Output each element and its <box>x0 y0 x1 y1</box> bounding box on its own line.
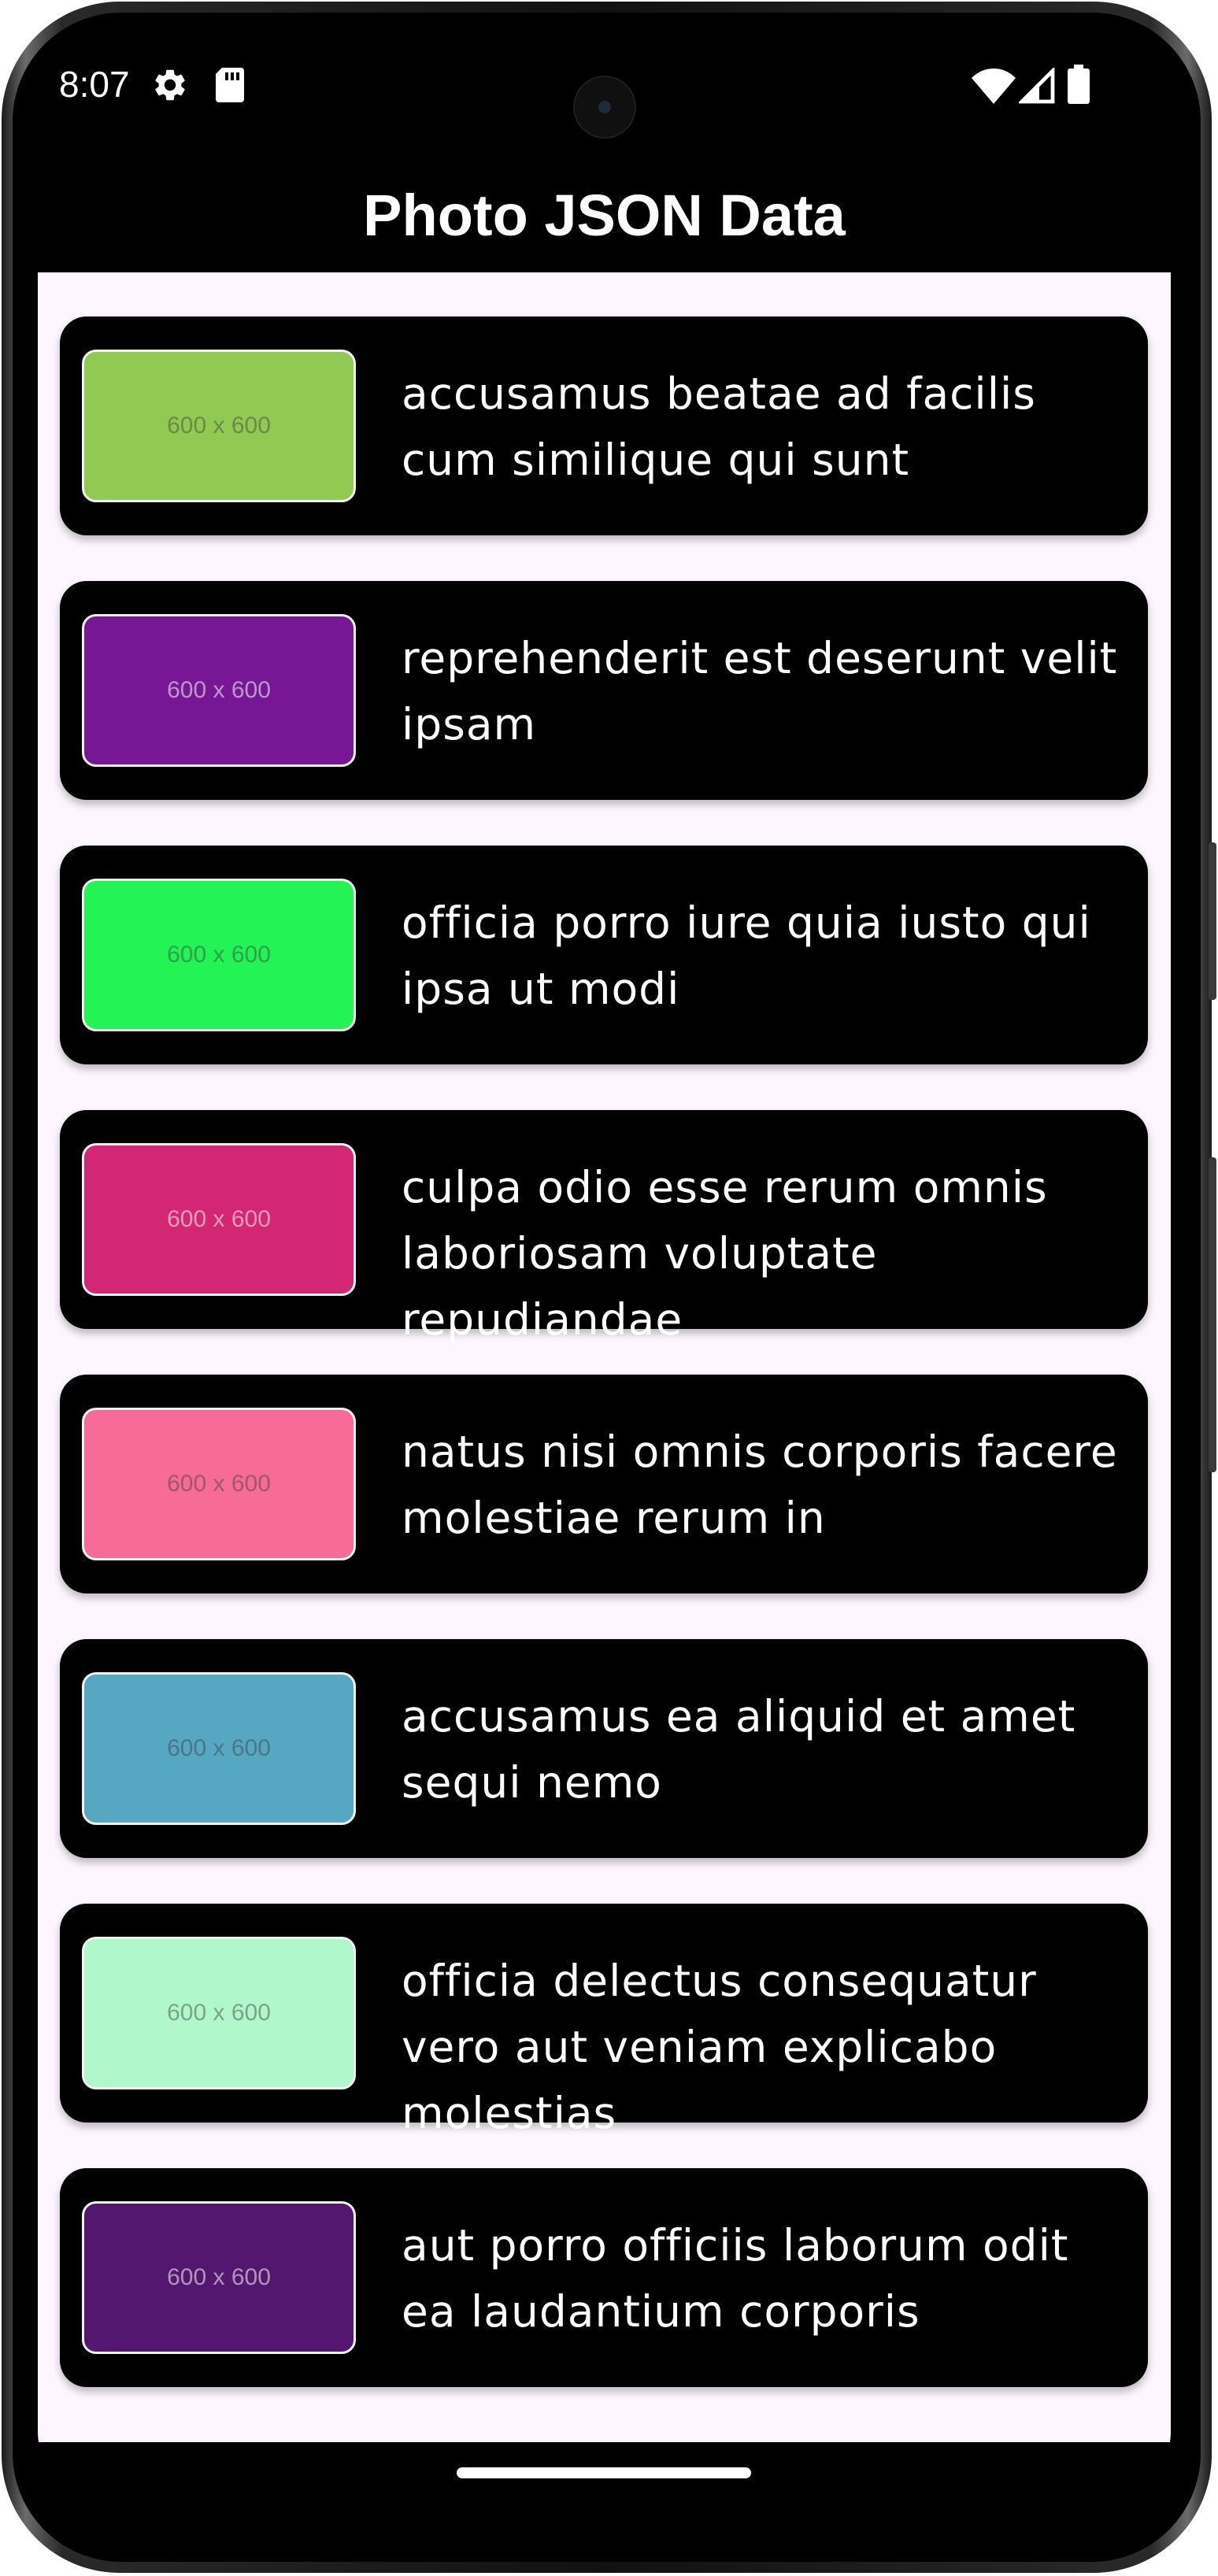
photo-title: culpa odio esse rerum omnis laboriosam v… <box>402 1162 1048 1345</box>
cellular-signal-icon <box>1017 66 1055 108</box>
page-title: Photo JSON Data <box>363 182 846 248</box>
photo-card[interactable]: 600 x 600 reprehenderit est deserunt vel… <box>60 581 1148 800</box>
screen: 8:07 Photo JSON Data 600 x 600 accusamus… <box>38 38 1171 2507</box>
thumbnail-label: 600 x 600 <box>167 413 271 439</box>
thumbnail-label: 600 x 600 <box>167 1471 271 1497</box>
thumbnail-label: 600 x 600 <box>167 1735 271 1761</box>
photo-thumbnail: 600 x 600 <box>82 879 356 1031</box>
photo-title: aut porro officiis laborum odit ea lauda… <box>402 2220 1069 2337</box>
thumbnail-label: 600 x 600 <box>167 2264 271 2290</box>
gear-icon <box>151 66 189 108</box>
photo-title: accusamus beatae ad facilis cum similiqu… <box>402 368 1036 485</box>
photo-thumbnail: 600 x 600 <box>82 1143 356 1296</box>
thumbnail-label: 600 x 600 <box>167 942 271 968</box>
photo-card[interactable]: 600 x 600 accusamus beatae ad facilis cu… <box>60 316 1148 535</box>
photo-title: officia delectus consequatur vero aut ve… <box>402 1956 1037 2138</box>
photo-card[interactable]: 600 x 600 natus nisi omnis corporis face… <box>60 1375 1148 1593</box>
sd-card-icon <box>213 66 247 108</box>
status-time: 8:07 <box>59 64 130 105</box>
home-indicator[interactable] <box>457 2467 751 2478</box>
volume-button <box>1209 1157 1216 1472</box>
thumbnail-label: 600 x 600 <box>167 677 271 703</box>
photo-card[interactable]: 600 x 600 officia porro iure quia iusto … <box>60 846 1148 1064</box>
photo-card[interactable]: 600 x 600 officia delectus consequatur v… <box>60 1904 1148 2138</box>
photo-title: natus nisi omnis corporis facere molesti… <box>402 1427 1118 1543</box>
photo-title: officia porro iure quia iusto qui ipsa u… <box>402 898 1091 1014</box>
photo-title: accusamus ea aliquid et amet sequi nemo <box>402 1691 1076 1808</box>
navigation-bar <box>38 2442 1171 2507</box>
photo-card[interactable]: 600 x 600 culpa odio esse rerum omnis la… <box>60 1110 1148 1345</box>
photo-thumbnail: 600 x 600 <box>82 1672 356 1825</box>
thumbnail-label: 600 x 600 <box>167 1206 271 1232</box>
app-bar: Photo JSON Data <box>38 156 1171 274</box>
photo-thumbnail: 600 x 600 <box>82 2201 356 2354</box>
phone-device: 8:07 Photo JSON Data 600 x 600 accusamus… <box>0 0 1218 2576</box>
photo-thumbnail: 600 x 600 <box>82 1408 356 1560</box>
photo-list[interactable]: 600 x 600 accusamus beatae ad facilis cu… <box>38 272 1171 2442</box>
photo-card[interactable]: 600 x 600 accusamus ea aliquid et amet s… <box>60 1639 1148 1858</box>
photo-thumbnail: 600 x 600 <box>82 614 356 767</box>
wifi-icon <box>972 68 1016 108</box>
photo-title: reprehenderit est deserunt velit ipsam <box>402 633 1118 749</box>
photo-thumbnail: 600 x 600 <box>82 350 356 502</box>
front-camera <box>573 76 636 139</box>
photo-card[interactable]: 600 x 600 aut porro officiis laborum odi… <box>60 2168 1148 2387</box>
thumbnail-label: 600 x 600 <box>167 2000 271 2026</box>
power-button <box>1209 842 1216 1000</box>
battery-icon <box>1068 65 1090 108</box>
photo-thumbnail: 600 x 600 <box>82 1937 356 2089</box>
